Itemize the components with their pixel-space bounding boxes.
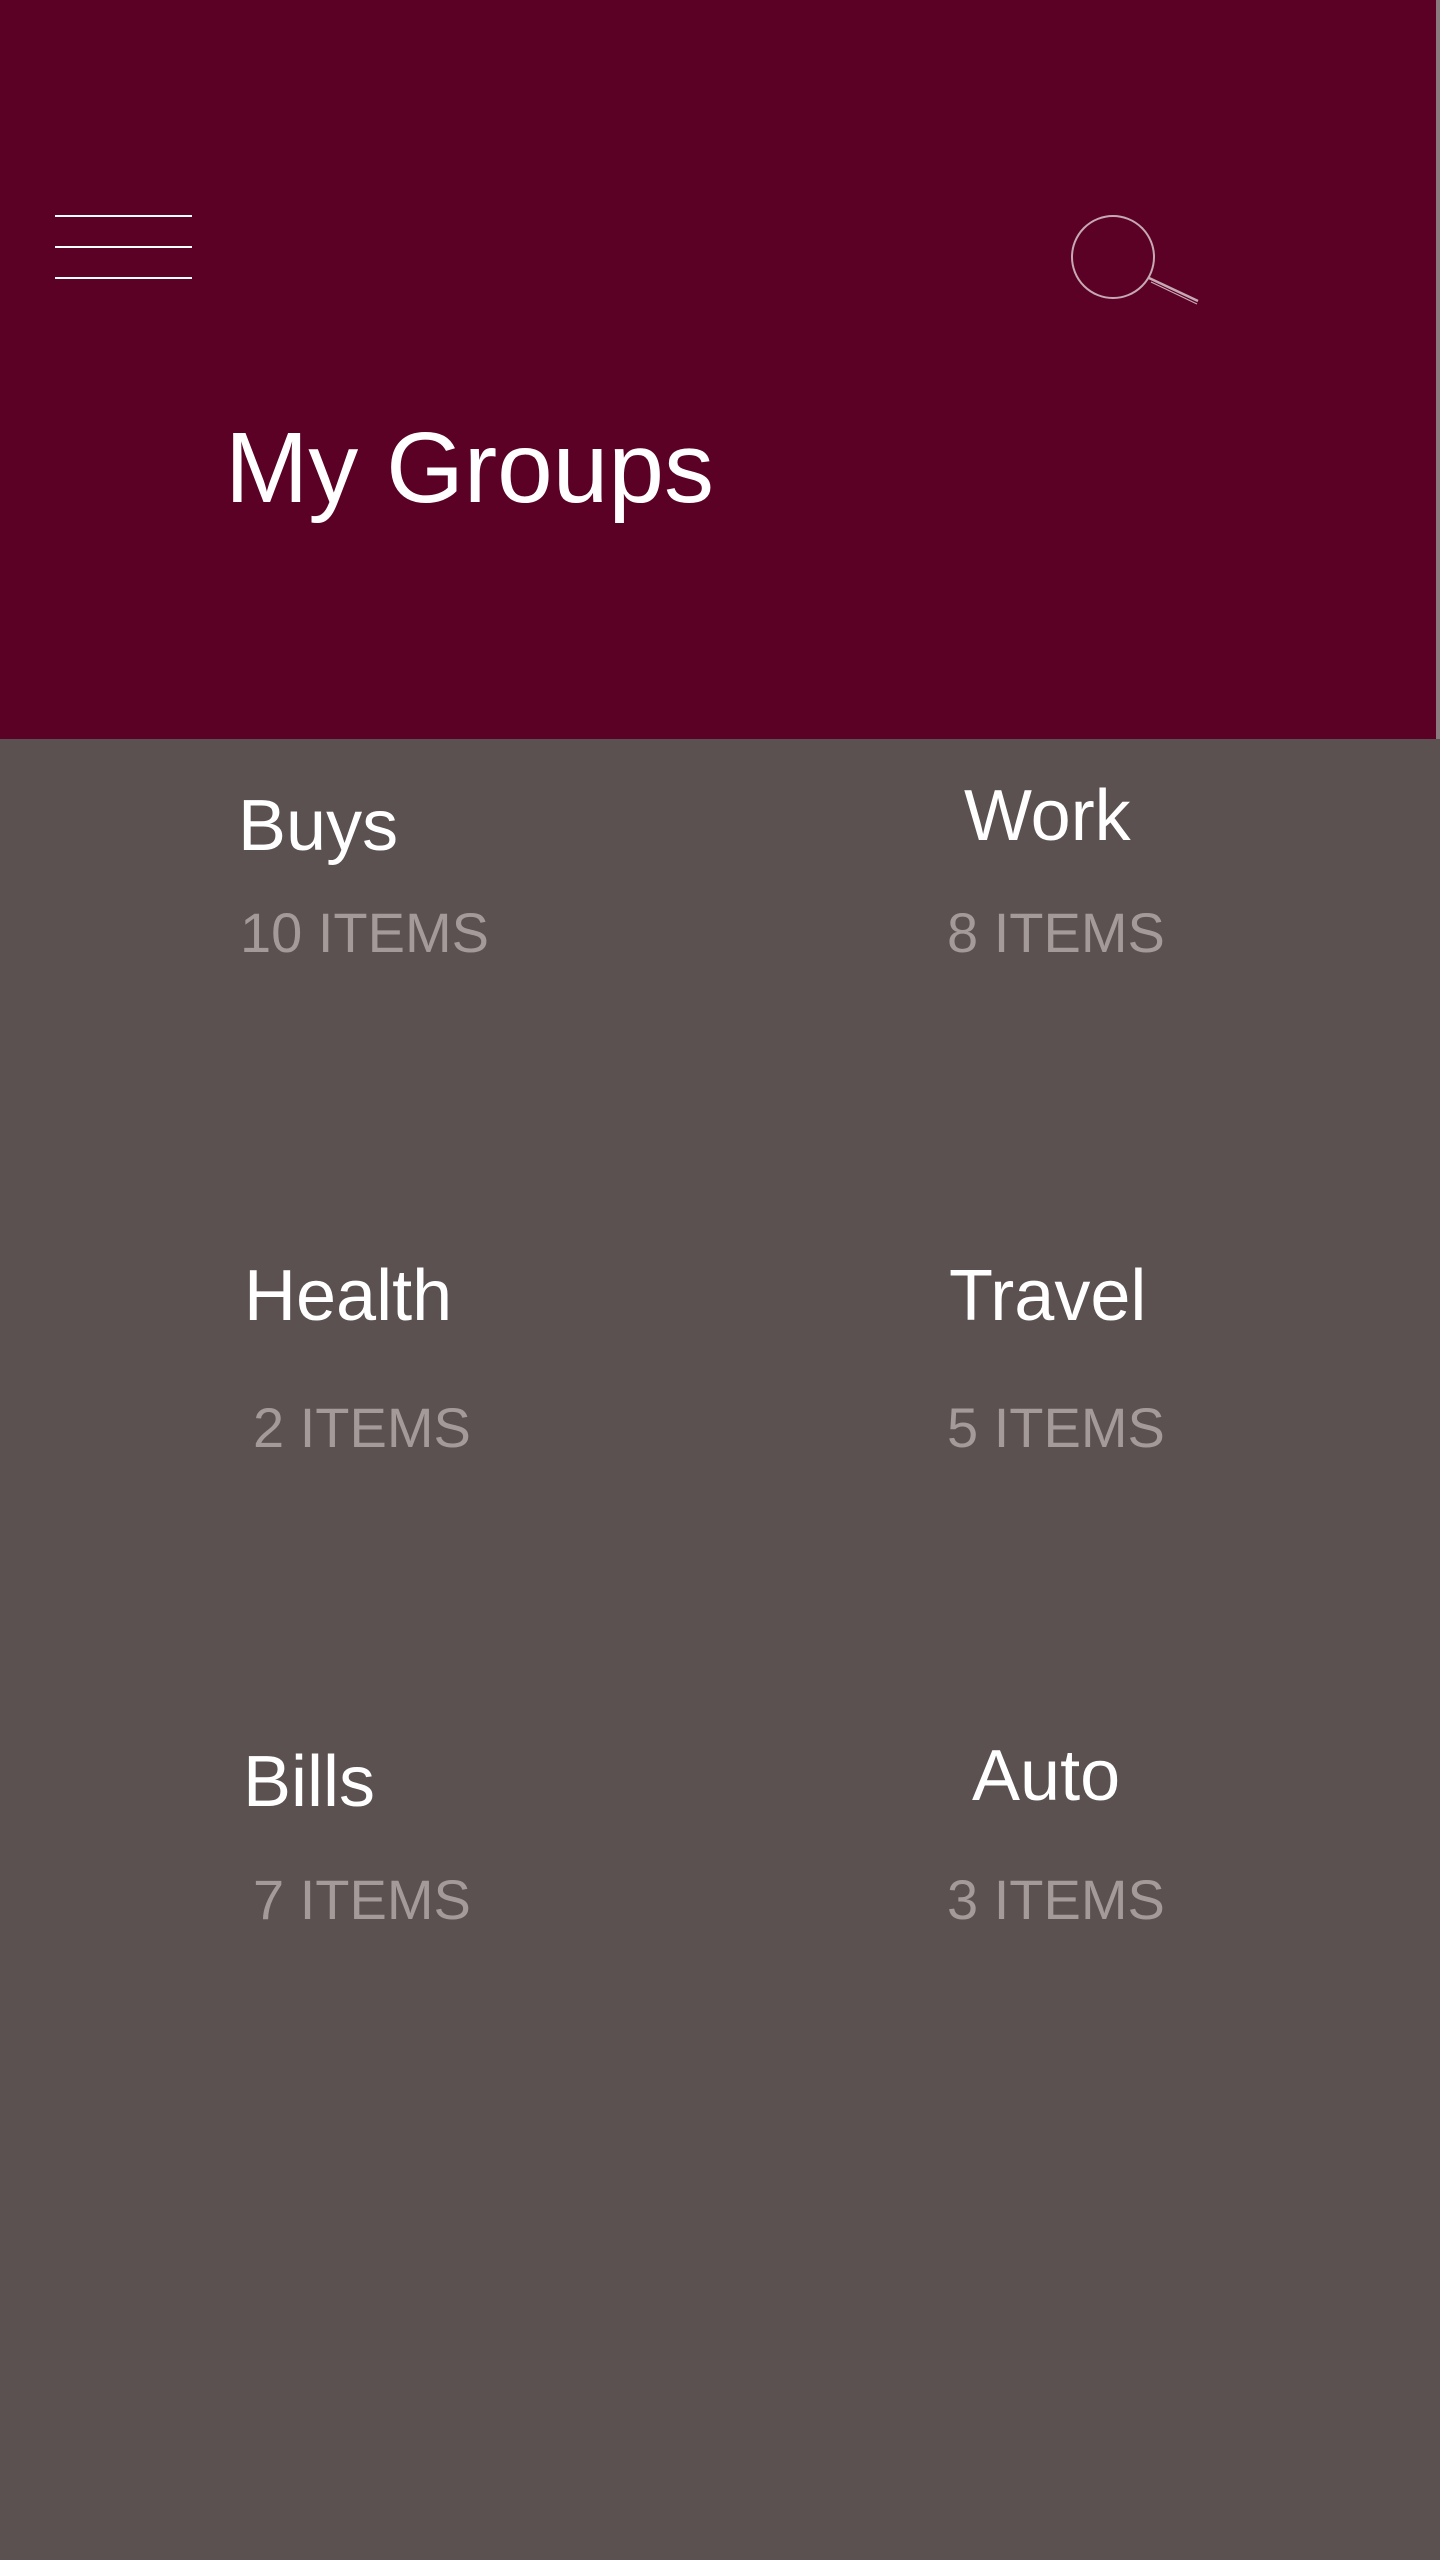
group-name: Bills	[243, 1742, 376, 1822]
group-name: Buys	[238, 786, 399, 866]
search-button[interactable]	[1065, 212, 1205, 312]
group-item-count: 5 ITEMS	[947, 1396, 1165, 1459]
group-name: Work	[964, 776, 1131, 856]
group-name: Health	[244, 1256, 453, 1336]
group-card-buys[interactable]: Buys 10 ITEMS	[200, 760, 700, 1000]
group-name: Auto	[972, 1736, 1121, 1816]
search-icon	[1071, 215, 1199, 305]
group-card-health[interactable]: Health 2 ITEMS	[200, 1240, 700, 1480]
group-item-count: 2 ITEMS	[253, 1396, 471, 1459]
group-item-count: 10 ITEMS	[240, 901, 489, 964]
group-card-bills[interactable]: Bills 7 ITEMS	[200, 1720, 700, 1960]
menu-button[interactable]	[50, 205, 196, 285]
group-card-work[interactable]: Work 8 ITEMS	[900, 760, 1320, 1000]
group-card-auto[interactable]: Auto 3 ITEMS	[900, 1720, 1320, 1960]
group-name: Travel	[949, 1256, 1147, 1336]
group-item-count: 3 ITEMS	[947, 1868, 1165, 1931]
page-title: My Groups	[225, 412, 715, 524]
app-header	[0, 0, 1436, 739]
group-item-count: 7 ITEMS	[253, 1868, 471, 1931]
group-item-count: 8 ITEMS	[947, 901, 1165, 964]
group-card-travel[interactable]: Travel 5 ITEMS	[900, 1240, 1320, 1480]
scrollbar[interactable]	[1436, 0, 1440, 739]
